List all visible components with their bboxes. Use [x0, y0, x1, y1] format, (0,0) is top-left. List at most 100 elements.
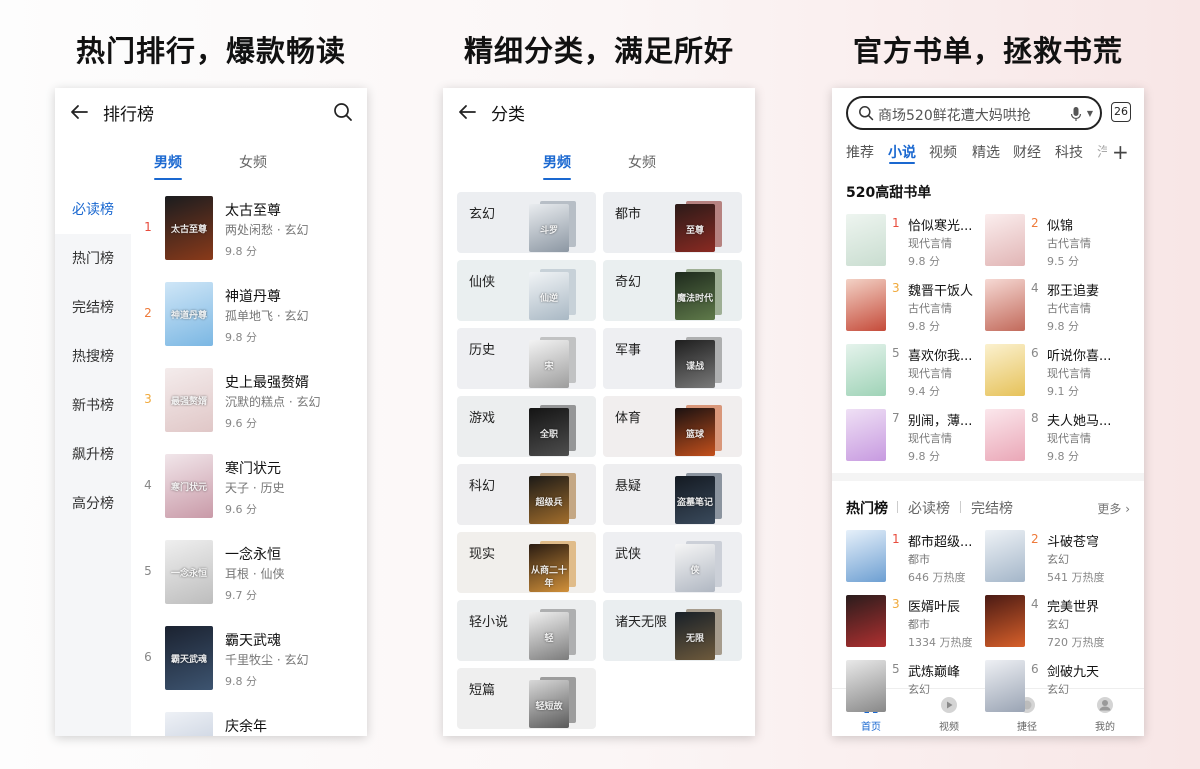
ranking-row[interactable]: 5 一念永恒 一念永恒 耳根 · 仙侠 9.7 分 — [131, 532, 367, 618]
ranking-row[interactable]: 6 霸天武魂 霸天武魂 千里牧尘 · 玄幻 9.8 分 — [131, 618, 367, 704]
book-cover[interactable] — [846, 530, 886, 582]
book-cover[interactable]: 轻 — [529, 612, 569, 660]
category-card[interactable]: 悬疑 盗墓笔记 — [603, 464, 742, 525]
add-channel-icon[interactable]: + — [1112, 140, 1129, 164]
book-cover[interactable]: 侠 — [675, 544, 715, 592]
search-box[interactable]: 商场520鲜花遭大妈哄抢 ▼ — [846, 96, 1102, 130]
book-cover[interactable]: 最强赘婿 — [165, 368, 213, 432]
category-card[interactable]: 仙侠 仙逆 — [457, 260, 596, 321]
book-cover[interactable]: 谍战 — [675, 340, 715, 388]
category-card[interactable]: 武侠侠 — [603, 532, 742, 593]
category-card[interactable]: 玄幻 斗罗 — [457, 192, 596, 253]
book-cover[interactable] — [985, 344, 1025, 396]
book-cover[interactable]: 宋 — [529, 340, 569, 388]
book-item[interactable]: 2 似锦 古代言情 9.5 分 — [985, 214, 1135, 278]
more-link[interactable]: 更多 › — [1097, 500, 1130, 517]
book-cover[interactable]: 庆余年 — [165, 712, 213, 736]
tab-female[interactable]: 女频 — [239, 152, 267, 172]
category-card[interactable]: 轻小说轻 — [457, 600, 596, 661]
book-cover[interactable]: 至尊 — [675, 204, 715, 252]
category-card[interactable]: 奇幻 魔法时代 — [603, 260, 742, 321]
sidebar-item[interactable]: 飙升榜 — [55, 431, 131, 479]
category-card[interactable]: 现实 从商二十年 — [457, 532, 596, 593]
chevron-down-icon[interactable]: ▼ — [1087, 109, 1093, 118]
book-cover[interactable]: 篮球 — [675, 408, 715, 456]
book-item[interactable]: 1 都市超级... 都市 646 万热度 — [846, 530, 996, 594]
book-cover[interactable] — [846, 660, 886, 712]
back-arrow-icon[interactable] — [457, 102, 477, 122]
sidebar-item[interactable]: 热搜榜 — [55, 333, 131, 381]
category-card[interactable]: 历史宋 — [457, 328, 596, 389]
book-cover[interactable]: 太古至尊 — [165, 196, 213, 260]
channel-tab[interactable]: 视频 — [929, 142, 957, 162]
book-cover[interactable] — [846, 344, 886, 396]
category-card[interactable]: 体育 篮球 — [603, 396, 742, 457]
ranking-row[interactable]: 1 太古至尊 太古至尊 两处闲愁 · 玄幻 9.8 分 — [131, 188, 367, 274]
channel-tab[interactable]: 推荐 — [846, 142, 874, 162]
category-card[interactable]: 游戏 全职 — [457, 396, 596, 457]
book-item[interactable]: 5 武炼巅峰 玄幻 — [846, 660, 996, 724]
channel-tab[interactable]: 汽 — [1097, 142, 1107, 162]
tab-male[interactable]: 男频 — [543, 152, 571, 172]
book-cover[interactable]: 盗墓笔记 — [675, 476, 715, 524]
ranking-row[interactable]: 3 最强赘婿 史上最强赘婿 沉默的糕点 · 玄幻 9.6 分 — [131, 360, 367, 446]
subtab-completed[interactable]: 完结榜 — [971, 498, 1013, 518]
channel-tab[interactable]: 财经 — [1013, 142, 1041, 162]
book-cover[interactable]: 斗罗 — [529, 204, 569, 252]
book-cover[interactable] — [985, 595, 1025, 647]
tab-female[interactable]: 女频 — [628, 152, 656, 172]
book-cover[interactable] — [846, 409, 886, 461]
ranking-row[interactable]: 4 寒门状元 寒门状元 天子 · 历史 9.6 分 — [131, 446, 367, 532]
book-cover[interactable] — [985, 409, 1025, 461]
search-icon[interactable] — [333, 102, 353, 122]
book-cover[interactable]: 仙逆 — [529, 272, 569, 320]
sidebar-item[interactable]: 完结榜 — [55, 284, 131, 332]
book-item[interactable]: 6 听说你喜... 现代言情 9.1 分 — [985, 344, 1135, 408]
book-cover[interactable]: 神道丹尊 — [165, 282, 213, 346]
book-cover[interactable] — [985, 279, 1025, 331]
category-card[interactable]: 军事 谍战 — [603, 328, 742, 389]
book-cover[interactable]: 轻短故 — [529, 680, 569, 728]
book-item[interactable]: 1 恰似寒光... 现代言情 9.8 分 — [846, 214, 996, 278]
book-cover[interactable]: 一念永恒 — [165, 540, 213, 604]
sidebar-item[interactable]: 必读榜 — [55, 186, 131, 234]
channel-tab[interactable]: 小说 — [888, 142, 916, 162]
book-cover[interactable] — [846, 214, 886, 266]
book-item[interactable]: 5 喜欢你我... 现代言情 9.4 分 — [846, 344, 996, 408]
book-item[interactable]: 4 邪王追妻 古代言情 9.8 分 — [985, 279, 1135, 343]
book-cover[interactable]: 超级兵 — [529, 476, 569, 524]
book-cover[interactable] — [985, 660, 1025, 712]
category-card[interactable]: 诸天无限 无限 — [603, 600, 742, 661]
book-item[interactable]: 3 魏晋干饭人 古代言情 9.8 分 — [846, 279, 996, 343]
book-item[interactable]: 7 别闹，薄... 现代言情 9.8 分 — [846, 409, 996, 473]
book-cover[interactable] — [985, 214, 1025, 266]
back-arrow-icon[interactable] — [69, 102, 89, 122]
book-cover[interactable]: 魔法时代 — [675, 272, 715, 320]
book-cover[interactable] — [846, 279, 886, 331]
subtab-must-read[interactable]: 必读榜 — [908, 498, 950, 518]
category-card[interactable]: 都市 至尊 — [603, 192, 742, 253]
subtab-hot[interactable]: 热门榜 — [846, 498, 888, 518]
category-card[interactable]: 科幻 超级兵 — [457, 464, 596, 525]
book-cover[interactable]: 寒门状元 — [165, 454, 213, 518]
sidebar-item[interactable]: 热门榜 — [55, 235, 131, 283]
book-cover[interactable]: 全职 — [529, 408, 569, 456]
book-cover[interactable]: 无限 — [675, 612, 715, 660]
category-card[interactable]: 短篇 轻短故 — [457, 668, 596, 729]
book-item[interactable]: 4 完美世界 玄幻 720 万热度 — [985, 595, 1135, 659]
book-cover[interactable] — [846, 595, 886, 647]
microphone-icon[interactable] — [1070, 106, 1082, 122]
book-cover[interactable] — [985, 530, 1025, 582]
channel-tab[interactable]: 科技 — [1055, 142, 1083, 162]
ranking-row[interactable]: 2 神道丹尊 神道丹尊 孤单地飞 · 玄幻 9.8 分 — [131, 274, 367, 360]
channel-tab[interactable]: 精选 — [972, 142, 1000, 162]
tab-male[interactable]: 男频 — [154, 152, 182, 172]
book-item[interactable]: 3 医婿叶辰 都市 1334 万热度 — [846, 595, 996, 659]
book-item[interactable]: 6 剑破九天 玄幻 — [985, 660, 1135, 724]
calendar-day-icon[interactable]: 26 — [1111, 102, 1131, 122]
book-cover[interactable]: 从商二十年 — [529, 544, 569, 592]
book-item[interactable]: 2 斗破苍穹 玄幻 541 万热度 — [985, 530, 1135, 594]
book-item[interactable]: 8 夫人她马... 现代言情 9.8 分 — [985, 409, 1135, 473]
book-cover[interactable]: 霸天武魂 — [165, 626, 213, 690]
ranking-row[interactable]: 庆余年庆余年 — [131, 704, 367, 736]
